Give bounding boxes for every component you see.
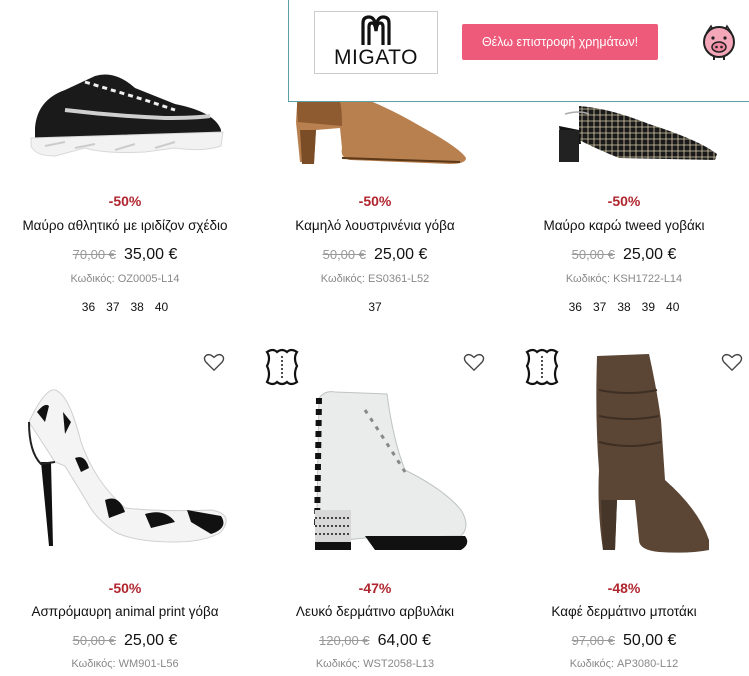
product-image[interactable] (250, 380, 500, 552)
product-title[interactable]: Καφέ δερμάτινο μποτάκι (499, 604, 749, 619)
discount-badge: -50% (108, 580, 142, 596)
old-price: 70,00 € (72, 247, 116, 262)
product-image[interactable] (0, 60, 250, 170)
old-price: 50,00 € (571, 247, 615, 262)
size-option[interactable]: 38 (617, 300, 630, 314)
old-price: 120,00 € (319, 633, 370, 648)
product-code: Κωδικός: AP3080-L12 (569, 658, 679, 670)
product-code: Κωδικός: WM901-L56 (71, 658, 179, 670)
size-option[interactable]: 38 (131, 300, 144, 314)
price-row: 50,00 € 25,00 € (250, 246, 500, 264)
price-row: 120,00 € 64,00 € (250, 632, 500, 650)
refund-button[interactable]: Θέλω επιστροφή χρημάτων! (462, 24, 658, 60)
new-price: 25,00 € (622, 246, 677, 263)
brand-logo-icon (361, 15, 391, 45)
discount-badge: -50% (607, 193, 641, 209)
discount-badge: -50% (108, 193, 142, 209)
product-card[interactable]: -50% Ασπρόμαυρη animal print γόβα 50,00 … (0, 340, 250, 676)
discount-badge: -48% (607, 580, 641, 596)
product-image[interactable] (499, 100, 749, 170)
product-code: Κωδικός: WST2058-L13 (315, 658, 435, 670)
size-option[interactable]: 40 (666, 300, 679, 314)
product-title[interactable]: Λευκό δερμάτινο αρβυλάκι (250, 604, 500, 619)
product-title[interactable]: Μαύρο καρώ tweed γοβάκι (499, 218, 749, 233)
price-row: 97,00 € 50,00 € (499, 632, 749, 650)
brand-banner: MIGATO Θέλω επιστροφή χρημάτων! (288, 0, 749, 102)
product-image[interactable] (499, 350, 749, 555)
size-option[interactable]: 40 (155, 300, 168, 314)
new-price: 25,00 € (373, 246, 428, 263)
product-card[interactable]: -48% Καφέ δερμάτινο μποτάκι 97,00 € 50,0… (499, 340, 749, 676)
product-image[interactable] (0, 382, 250, 552)
price-row: 50,00 € 25,00 € (499, 246, 749, 264)
discount-badge: -50% (358, 193, 392, 209)
heart-icon[interactable] (463, 352, 485, 372)
size-option[interactable]: 37 (106, 300, 119, 314)
product-code: Κωδικός: KSH1722-L14 (565, 273, 683, 285)
size-option[interactable]: 36 (569, 300, 582, 314)
size-list: 37 (250, 300, 500, 314)
new-price: 35,00 € (123, 246, 178, 263)
price-row: 50,00 € 25,00 € (0, 632, 250, 650)
new-price: 50,00 € (622, 632, 677, 649)
old-price: 97,00 € (571, 633, 615, 648)
size-list: 36 37 38 39 40 (499, 300, 749, 314)
old-price: 50,00 € (72, 633, 116, 648)
brand-logo[interactable]: MIGATO (314, 11, 438, 74)
size-option[interactable]: 39 (642, 300, 655, 314)
discount-badge: -47% (358, 580, 392, 596)
new-price: 64,00 € (377, 632, 431, 649)
product-title[interactable]: Καμηλό λουστρινένια γόβα (250, 218, 500, 233)
product-title[interactable]: Ασπρόμαυρη animal print γόβα (0, 604, 250, 619)
heart-icon[interactable] (203, 352, 225, 372)
piggy-bank-icon[interactable] (698, 20, 740, 62)
brand-name: MIGATO (334, 46, 418, 69)
size-option[interactable]: 36 (82, 300, 95, 314)
price-row: 70,00 € 35,00 € (0, 246, 250, 264)
size-option[interactable]: 37 (368, 300, 381, 314)
size-list: 36 37 38 40 (0, 300, 250, 314)
product-card[interactable]: -47% Λευκό δερμάτινο αρβυλάκι 120,00 € 6… (250, 340, 500, 676)
product-code: Κωδικός: OZ0005-L14 (70, 273, 180, 285)
old-price: 50,00 € (322, 247, 366, 262)
product-card[interactable]: -50% Μαύρο αθλητικό με ιριδίζον σχέδιο 7… (0, 0, 250, 330)
new-price: 25,00 € (123, 632, 178, 649)
product-code: Κωδικός: ES0361-L52 (320, 273, 430, 285)
product-title[interactable]: Μαύρο αθλητικό με ιριδίζον σχέδιο (0, 218, 250, 233)
size-option[interactable]: 37 (593, 300, 606, 314)
